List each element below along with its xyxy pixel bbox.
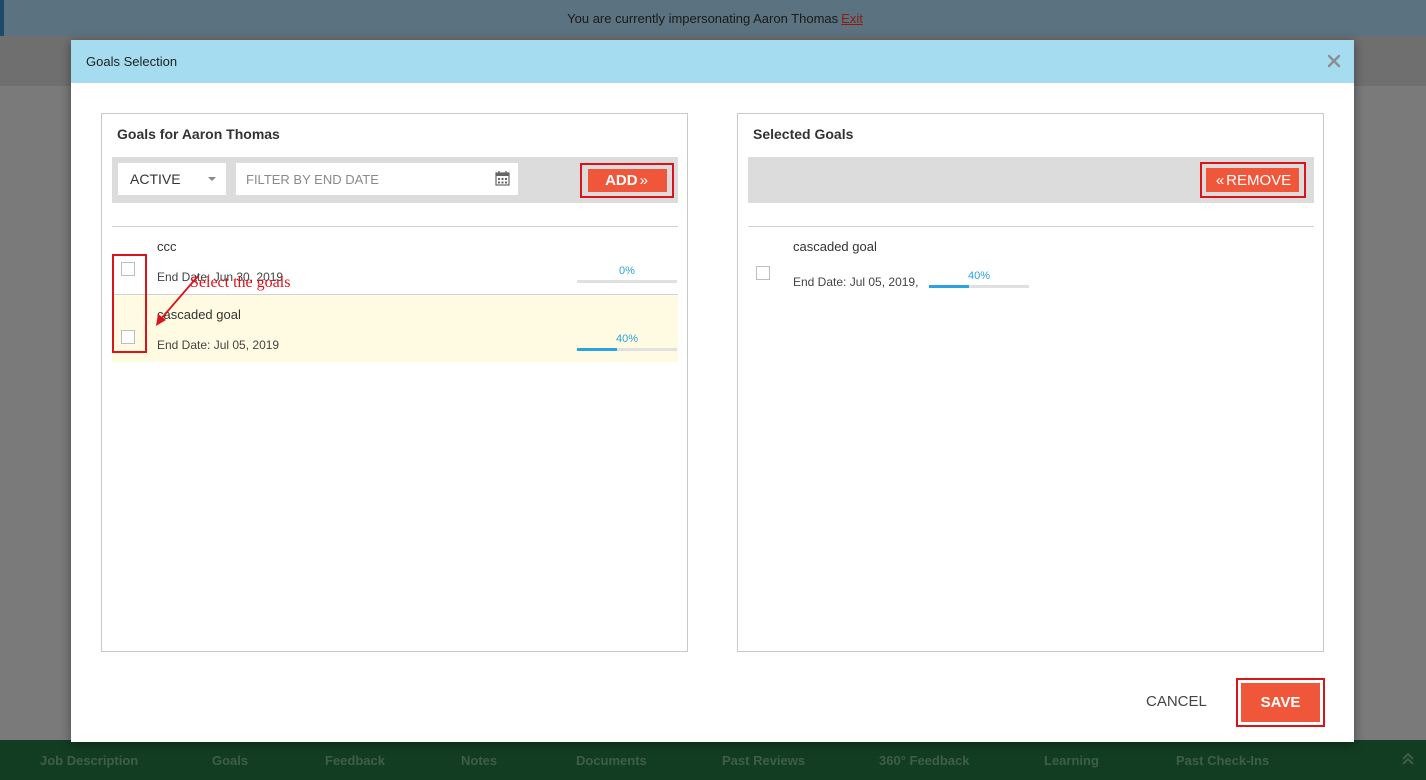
- close-icon[interactable]: [1326, 53, 1342, 69]
- cancel-button[interactable]: CANCEL: [1146, 693, 1207, 710]
- remove-button-label: REMOVE: [1226, 171, 1292, 189]
- nav-item-past-check-ins[interactable]: Past Check-Ins: [1176, 753, 1269, 768]
- double-chevron-left-icon: «: [1215, 171, 1225, 189]
- chevron-up-icon[interactable]: [1400, 750, 1416, 766]
- caret-down-icon: [208, 177, 216, 181]
- goal-progress-fill: [577, 348, 617, 351]
- selected-goal-checkbox[interactable]: [756, 266, 770, 280]
- goal-progress-label: 40%: [967, 270, 991, 282]
- nav-item-feedback[interactable]: Feedback: [325, 753, 385, 768]
- double-chevron-right-icon: »: [639, 172, 648, 189]
- goals-selection-modal: Goals Selection Goals for Aaron Thomas A…: [71, 40, 1354, 742]
- goal-name: ccc: [157, 239, 177, 254]
- nav-item-past-reviews[interactable]: Past Reviews: [722, 753, 805, 768]
- modal-title: Goals Selection: [86, 54, 178, 69]
- selected-goals-title: Selected Goals: [753, 126, 854, 142]
- add-button[interactable]: ADD»: [588, 169, 667, 192]
- selected-goals-toolbar: «REMOVE: [748, 157, 1314, 203]
- save-button[interactable]: SAVE: [1241, 683, 1320, 722]
- goal-progress-bar: [577, 280, 677, 283]
- selected-goals-panel: Selected Goals «REMOVE cascaded goal End…: [737, 113, 1324, 652]
- nav-item-notes[interactable]: Notes: [461, 753, 497, 768]
- impersonation-message: You are currently impersonating Aaron Th…: [567, 10, 839, 26]
- nav-item-documents[interactable]: Documents: [576, 753, 647, 768]
- available-goals-title: Goals for Aaron Thomas: [117, 126, 280, 142]
- add-button-label: ADD: [605, 172, 638, 189]
- remove-button[interactable]: «REMOVE: [1206, 168, 1299, 192]
- status-filter-value: ACTIVE: [130, 171, 181, 187]
- status-filter-select[interactable]: ACTIVE: [118, 163, 226, 195]
- goal-progress-fill: [929, 285, 969, 288]
- nav-item-learning[interactable]: Learning: [1044, 753, 1099, 768]
- goal-end-date: End Date: Jul 05, 2019: [157, 338, 280, 352]
- annotation-text: Select the goals: [190, 274, 291, 291]
- nav-item-job-description[interactable]: Job Description: [40, 753, 138, 768]
- goals-filter-toolbar: ACTIVE ADD»: [112, 157, 678, 203]
- goal-progress-bar: [929, 285, 1029, 288]
- exit-impersonation-link[interactable]: Exit: [841, 11, 863, 26]
- nav-item-goals[interactable]: Goals: [212, 753, 248, 768]
- goal-progress-bar: [577, 348, 677, 351]
- impersonation-banner: You are currently impersonating Aaron Th…: [0, 0, 1426, 36]
- modal-header: Goals Selection: [71, 40, 1354, 83]
- available-goals-panel: Goals for Aaron Thomas ACTIVE ADD»: [101, 113, 688, 652]
- goal-end-date: End Date: Jul 05, 2019,: [793, 275, 919, 289]
- nav-item-360-feedback[interactable]: 360° Feedback: [879, 753, 969, 768]
- goal-progress-label: 40%: [615, 333, 639, 345]
- checkbox-highlight: [112, 254, 147, 353]
- goal-name: cascaded goal: [793, 239, 877, 254]
- bottom-nav: Job Description Goals Feedback Notes Doc…: [0, 740, 1426, 780]
- goal-progress-label: 0%: [619, 265, 635, 277]
- selected-goal-row: cascaded goal End Date: Jul 05, 2019, 40…: [748, 227, 1314, 294]
- calendar-icon[interactable]: [495, 170, 510, 186]
- end-date-filter-input[interactable]: [236, 163, 518, 195]
